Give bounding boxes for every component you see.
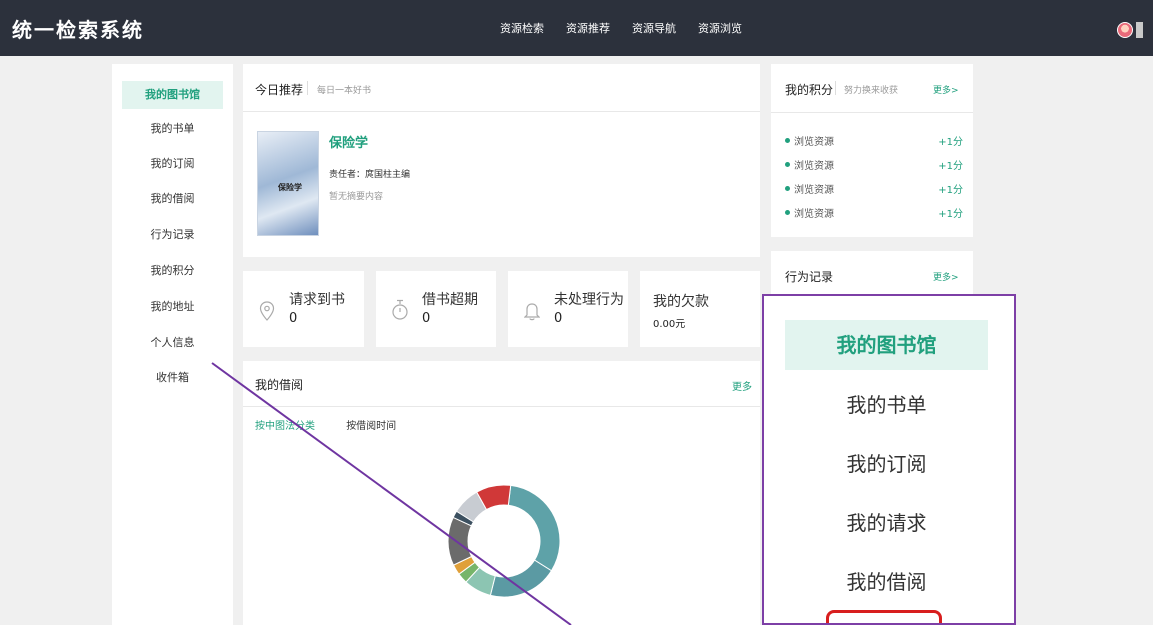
recommend-title: 今日推荐 xyxy=(255,83,304,97)
points-title: 我的积分 xyxy=(785,83,834,97)
stat-card-debt[interactable]: 我的欠款 0.00元 xyxy=(640,271,760,347)
stat-value: 0 xyxy=(289,311,298,326)
book-author: 责任者：庹国柱主编 xyxy=(329,170,411,180)
behavior-title: 行为记录 xyxy=(785,270,834,284)
book-cover[interactable]: 保险学 xyxy=(257,131,319,236)
recommend-card: 今日推荐 每日一本好书 保险学 保险学 责任者：庹国柱主编 暂无摘要内容 xyxy=(243,64,760,257)
borrow-donut-chart[interactable] xyxy=(439,471,569,611)
avatar[interactable] xyxy=(1117,22,1133,38)
list-item: 浏览资源 +1分 xyxy=(785,178,963,202)
sidebar-item-address[interactable]: 我的地址 xyxy=(122,293,223,321)
stat-card-requests[interactable]: 请求到书 0 xyxy=(243,271,364,347)
nav-resource-search[interactable]: 资源检索 xyxy=(500,20,544,36)
highlight-box xyxy=(826,610,942,623)
stat-label: 未处理行为 xyxy=(554,292,624,308)
sidebar-item-booklist[interactable]: 我的书单 xyxy=(122,115,223,143)
divider xyxy=(771,112,973,113)
zoom-item-booklist[interactable]: 我的书单 xyxy=(785,380,988,430)
donut-slice-0[interactable] xyxy=(507,484,561,572)
status-dot xyxy=(785,186,790,191)
bell-icon xyxy=(524,303,540,321)
zoom-callout: 我的图书馆 我的书单 我的订阅 我的请求 我的借阅 xyxy=(762,294,1016,625)
behavior-more-link[interactable]: 更多> xyxy=(933,270,959,283)
stat-card-overdue[interactable]: 借书超期 0 xyxy=(376,271,496,347)
zoom-item-subscriptions[interactable]: 我的订阅 xyxy=(785,439,988,489)
title-divider xyxy=(835,81,836,95)
sidebar-item-inbox[interactable]: 收件箱 xyxy=(122,364,223,392)
borrow-title: 我的借阅 xyxy=(255,378,304,392)
stat-value: 0 xyxy=(422,311,431,326)
status-dot xyxy=(785,162,790,167)
borrow-more-link[interactable]: 更多 xyxy=(732,378,752,393)
row-points: +1分 xyxy=(938,161,963,172)
status-dot xyxy=(785,138,790,143)
row-name: 浏览资源 xyxy=(794,209,834,220)
book-summary: 暂无摘要内容 xyxy=(329,192,384,202)
divider xyxy=(243,406,760,407)
borrow-tabs: 按中图法分类 按借阅时间 xyxy=(255,417,396,432)
title-divider xyxy=(307,81,308,95)
list-item: 浏览资源 +1分 xyxy=(785,154,963,178)
sidebar-item-subscriptions[interactable]: 我的订阅 xyxy=(122,150,223,178)
sidebar: 我的图书馆 我的书单 我的订阅 我的借阅 行为记录 我的积分 我的地址 个人信息… xyxy=(112,64,233,625)
row-points: +1分 xyxy=(938,209,963,220)
location-icon xyxy=(259,301,275,321)
stat-value: 0 xyxy=(554,311,563,326)
top-bar: 统一检索系统 资源检索 资源推荐 资源导航 资源浏览 xyxy=(0,0,1153,56)
points-card: 我的积分 努力换来收获 更多> 浏览资源 +1分 浏览资源 +1分 浏览资源 +1分 … xyxy=(771,64,973,237)
nav-resource-recommend[interactable]: 资源推荐 xyxy=(566,20,610,36)
sidebar-item-borrowing[interactable]: 我的借阅 xyxy=(122,185,223,213)
row-name: 浏览资源 xyxy=(794,185,834,196)
zoom-item-requests[interactable]: 我的请求 xyxy=(785,498,988,548)
stat-label: 我的欠款 xyxy=(653,294,709,310)
sidebar-item-behavior[interactable]: 行为记录 xyxy=(122,221,223,249)
points-more-link[interactable]: 更多> xyxy=(933,83,959,96)
sidebar-item-profile[interactable]: 个人信息 xyxy=(122,329,223,357)
row-points: +1分 xyxy=(938,137,963,148)
nav-resource-browse[interactable]: 资源浏览 xyxy=(698,20,742,36)
tab-by-time[interactable]: 按借阅时间 xyxy=(346,421,396,432)
borrow-card: 我的借阅 更多 按中图法分类 按借阅时间 xyxy=(243,361,760,625)
stat-label: 请求到书 xyxy=(289,292,345,308)
user-menu-icon[interactable] xyxy=(1136,22,1143,38)
stat-label: 借书超期 xyxy=(422,292,478,308)
list-item: 浏览资源 +1分 xyxy=(785,130,963,154)
sidebar-item-points[interactable]: 我的积分 xyxy=(122,257,223,285)
row-points: +1分 xyxy=(938,185,963,196)
app-title: 统一检索系统 xyxy=(12,18,144,42)
timer-icon xyxy=(392,299,408,320)
book-title-link[interactable]: 保险学 xyxy=(329,132,368,151)
stat-card-pending[interactable]: 未处理行为 0 xyxy=(508,271,628,347)
zoom-item-my-library[interactable]: 我的图书馆 xyxy=(785,320,988,370)
stat-value: 0.00元 xyxy=(653,319,686,330)
donut-slice-1[interactable] xyxy=(489,559,553,598)
list-item: 浏览资源 +1分 xyxy=(785,202,963,226)
zoom-item-borrowing[interactable]: 我的借阅 xyxy=(785,557,988,607)
tab-by-classification[interactable]: 按中图法分类 xyxy=(255,421,315,432)
sidebar-item-my-library[interactable]: 我的图书馆 xyxy=(122,81,223,109)
row-name: 浏览资源 xyxy=(794,137,834,148)
nav-resource-navigation[interactable]: 资源导航 xyxy=(632,20,676,36)
book-cover-text: 保险学 xyxy=(278,183,302,192)
points-subtitle: 努力换来收获 xyxy=(844,86,899,96)
status-dot xyxy=(785,210,790,215)
top-nav: 资源检索 资源推荐 资源导航 资源浏览 xyxy=(500,20,742,36)
recommend-subtitle: 每日一本好书 xyxy=(317,86,372,96)
row-name: 浏览资源 xyxy=(794,161,834,172)
